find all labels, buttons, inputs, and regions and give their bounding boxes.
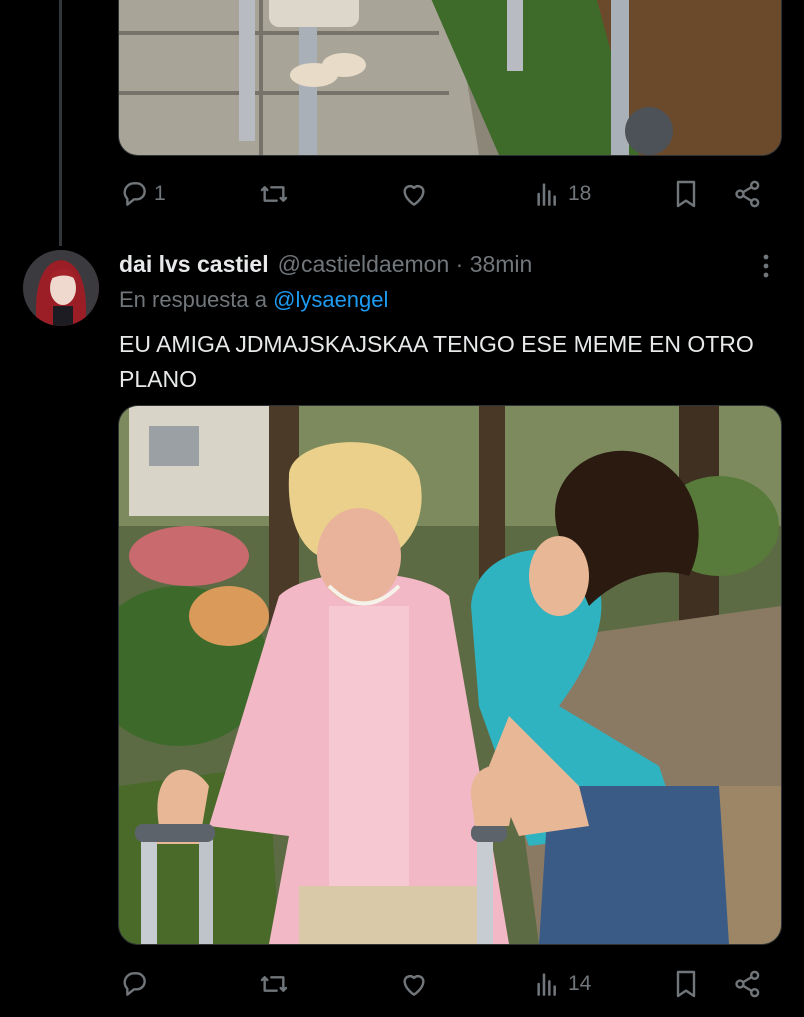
avatar-image [23,250,99,326]
bookmark-icon [676,180,696,208]
previous-tweet-image[interactable] [118,0,782,156]
retweet-icon [260,976,288,992]
reply-mention-link[interactable]: @lysaengel [273,287,388,312]
views-icon [537,973,556,996]
more-icon [763,254,769,278]
like-button[interactable] [398,174,430,214]
share-icon [735,180,760,208]
tweet-image[interactable] [118,405,782,945]
retweet-button[interactable] [258,174,290,214]
avatar[interactable] [23,250,99,326]
views-count: 14 [568,972,592,995]
previous-tweet-actions: 1 18 [118,174,780,214]
timeline: 1 18 dai lvs castiel @castieldaemon · 38… [0,0,804,1017]
walker-photo-crop [119,0,781,155]
retweet-button[interactable] [258,964,290,1004]
reply-button[interactable] [118,964,150,1004]
views-button[interactable]: 18 [532,174,591,214]
retweet-icon [260,186,288,202]
reply-count: 1 [154,182,166,205]
bookmark-icon [676,970,696,998]
reply-prefix: En respuesta a [119,287,267,312]
more-button[interactable] [752,250,780,282]
bookmark-button[interactable] [670,964,702,1004]
walker-meme-photo [119,406,781,944]
like-icon [403,185,425,206]
handle-and-time[interactable]: @castieldaemon · 38min [278,251,533,278]
display-name[interactable]: dai lvs castiel [119,251,269,278]
thread-line [59,0,62,246]
views-button[interactable]: 14 [532,964,591,1004]
share-button[interactable] [732,964,764,1004]
reply-button[interactable]: 1 [118,174,166,214]
tweet-text: EU AMIGA JDMAJSKAJSKAA TENGO ESE MEME EN… [119,331,754,392]
share-button[interactable] [732,174,764,214]
like-button[interactable] [398,964,430,1004]
tweet-actions: 14 [118,964,780,1004]
reply-context: En respuesta a @lysaengel [119,287,388,313]
reply-icon [123,972,146,996]
share-icon [735,970,760,998]
tweet-header: dai lvs castiel @castieldaemon · 38min [119,248,532,280]
views-icon [537,183,556,206]
like-icon [403,975,425,996]
views-count: 18 [568,182,592,205]
bookmark-button[interactable] [670,174,702,214]
reply-icon [123,182,146,206]
